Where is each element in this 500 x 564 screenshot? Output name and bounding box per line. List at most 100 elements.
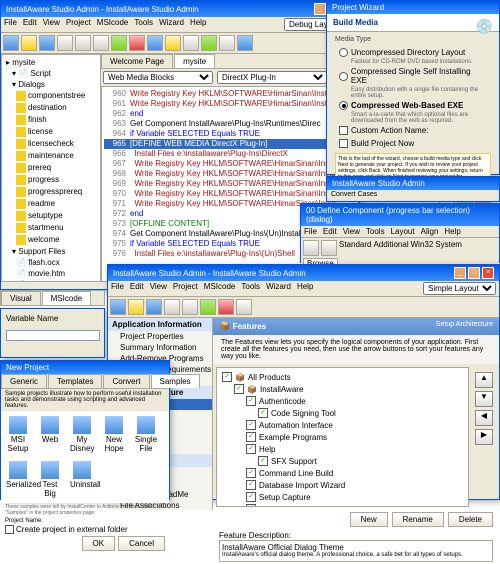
comp-menu-layout[interactable]: Layout — [391, 227, 415, 236]
side-section[interactable]: Application Information — [108, 318, 212, 331]
feat-root[interactable]: ✓📦 All Products — [220, 371, 465, 383]
feat-titlebar[interactable]: InstallAware Studio Admin - InstallAware… — [108, 265, 499, 281]
feat-item[interactable]: ✓Run Programs — [220, 503, 465, 507]
np-tab-active[interactable]: Samples — [151, 374, 200, 388]
tree-item[interactable]: 📄 movie.htm — [4, 268, 98, 279]
tool-icon[interactable] — [110, 299, 126, 315]
menu-tools[interactable]: Tools — [241, 282, 260, 295]
np-icon[interactable]: Uninstall — [70, 461, 94, 498]
menu-project[interactable]: Project — [173, 282, 198, 295]
np-icon[interactable]: New Hope — [102, 416, 126, 453]
run-icon[interactable] — [111, 35, 127, 51]
tree-item[interactable]: maintenance — [4, 150, 98, 162]
radio-single-exe[interactable]: Compressed Single Self Installing EXE — [335, 65, 491, 87]
tool-icon[interactable] — [218, 299, 234, 315]
menu-project[interactable]: Project — [66, 18, 91, 31]
debug-icon[interactable] — [165, 35, 181, 51]
tool-icon[interactable] — [200, 299, 216, 315]
tree-item[interactable]: license — [4, 126, 98, 138]
tab-visual[interactable]: Visual — [1, 291, 41, 305]
tool-icon[interactable] — [303, 240, 319, 256]
stop-icon[interactable] — [129, 35, 145, 51]
feat-item[interactable]: ✓Authenticode — [220, 395, 465, 407]
tool-icon[interactable] — [321, 240, 337, 256]
menu-wizard[interactable]: Wizard — [266, 282, 291, 295]
menu-view[interactable]: View — [150, 282, 167, 295]
tree-item[interactable]: licensecheck — [4, 138, 98, 150]
tree-item[interactable]: destination — [4, 102, 98, 114]
tree-item[interactable]: componentstree — [4, 90, 98, 102]
help-icon[interactable] — [237, 35, 253, 51]
features-tree[interactable]: ✓📦 All Products ✓📦 InstallAware ✓Authent… — [216, 367, 469, 507]
project-tree[interactable]: ▸ mysite ▾ 📄 Script ▾ Dialogs components… — [1, 54, 101, 282]
menu-edit[interactable]: Edit — [130, 282, 144, 295]
convert-titlebar[interactable]: InstallAware Studio Admin — [327, 177, 499, 190]
comp-titlebar[interactable]: 00 Define Component (progress bar select… — [301, 204, 499, 226]
feat-item[interactable]: ✓Example Programs — [220, 431, 465, 443]
comp-tab[interactable]: Standard — [339, 240, 371, 256]
np-tab[interactable]: Templates — [48, 374, 102, 388]
menu-wizard[interactable]: Wizard — [159, 18, 184, 31]
menu-msicode[interactable]: MSIcode — [97, 18, 129, 31]
np-icon[interactable]: Test Big — [38, 461, 62, 498]
feat-item[interactable]: ✓Automation Interface — [220, 419, 465, 431]
np-icon[interactable]: Serialized — [6, 461, 30, 498]
menu-tools[interactable]: Tools — [134, 18, 153, 31]
tab-msicode[interactable]: MSIcode — [42, 291, 92, 305]
menu-file[interactable]: File — [111, 282, 124, 295]
move-left-button[interactable]: ◀ — [475, 410, 493, 426]
cut-icon[interactable] — [57, 35, 73, 51]
tool-icon[interactable] — [128, 299, 144, 315]
np-icon[interactable]: Web — [38, 416, 62, 453]
np-icon[interactable]: MSI Setup — [6, 416, 30, 453]
feat-item[interactable]: ✓Code Signing Tool — [220, 407, 465, 419]
tree-item[interactable]: progress — [4, 174, 98, 186]
tool-icon[interactable] — [219, 35, 235, 51]
radio-web-exe[interactable]: Compressed Web-Based EXE — [335, 99, 491, 112]
np-cb1[interactable] — [5, 525, 14, 534]
tree-item[interactable]: setuptype — [4, 210, 98, 222]
tree-item[interactable]: 📄 movie.swf — [4, 279, 98, 282]
tool-icon[interactable] — [236, 299, 252, 315]
new-icon[interactable] — [3, 35, 19, 51]
plugin-selector[interactable]: DirectX Plug-In — [217, 71, 327, 84]
tool-icon[interactable] — [182, 299, 198, 315]
menu-edit[interactable]: Edit — [23, 18, 37, 31]
menu-help[interactable]: Help — [190, 18, 206, 31]
save-icon[interactable] — [39, 35, 55, 51]
move-up-button[interactable]: ▲ — [475, 372, 493, 388]
build-now-row[interactable]: Build Project Now — [335, 137, 491, 150]
delete-button[interactable]: Delete — [448, 512, 493, 527]
tree-dialogs[interactable]: ▾ Dialogs — [4, 79, 98, 90]
tool-icon[interactable] — [146, 299, 162, 315]
feat-item[interactable]: ✓Database Import Wizard — [220, 479, 465, 491]
feat-item[interactable]: ✓Help — [220, 443, 465, 455]
feat-app[interactable]: ✓📦 InstallAware — [220, 383, 465, 395]
comp-menu-tools[interactable]: Tools — [366, 227, 385, 236]
minimize-button[interactable]: _ — [314, 3, 326, 15]
paste-icon[interactable] — [93, 35, 109, 51]
feat-item[interactable]: ✓Setup Capture — [220, 491, 465, 503]
main-titlebar[interactable]: InstallAware Studio Admin - InstallAware… — [1, 1, 359, 17]
radio-uncompressed[interactable]: Uncompressed Directory Layout — [335, 46, 491, 59]
maximize-button[interactable]: □ — [468, 267, 480, 279]
tree-item[interactable]: prereq — [4, 162, 98, 174]
new-button[interactable]: New — [350, 512, 388, 527]
comp-menu-view[interactable]: View — [343, 227, 360, 236]
tree-item[interactable]: readme — [4, 198, 98, 210]
build-icon[interactable] — [147, 35, 163, 51]
np-icon[interactable]: Single File — [134, 416, 158, 453]
tree-item[interactable]: welcome — [4, 234, 98, 246]
feat-item[interactable]: ✓Command Line Build — [220, 467, 465, 479]
tree-root[interactable]: ▸ mysite — [4, 57, 98, 68]
go-icon[interactable] — [201, 35, 217, 51]
menu-file[interactable]: File — [4, 18, 17, 31]
move-right-button[interactable]: ▶ — [475, 429, 493, 445]
close-button[interactable]: × — [482, 267, 494, 279]
ok-button[interactable]: OK — [82, 536, 116, 551]
tree-script[interactable]: ▾ 📄 Script — [4, 68, 98, 79]
step-icon[interactable] — [183, 35, 199, 51]
newproj-titlebar[interactable]: New Project — [1, 361, 169, 374]
comp-tab[interactable]: Additional — [373, 240, 408, 256]
copy-icon[interactable] — [75, 35, 91, 51]
